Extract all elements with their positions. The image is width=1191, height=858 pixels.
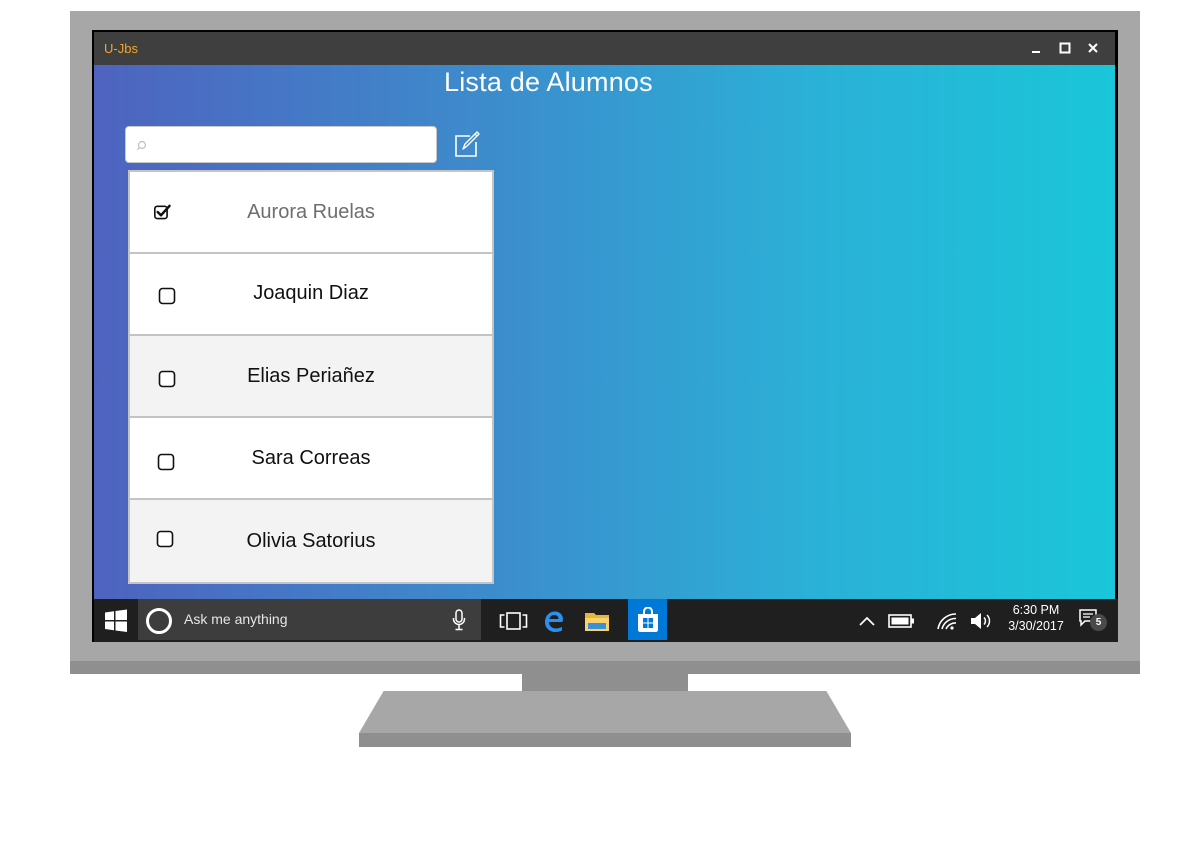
app-title: U-Jbs	[104, 41, 138, 56]
monitor-stand-base	[359, 691, 851, 733]
maximize-button[interactable]	[1055, 38, 1075, 58]
close-icon	[1088, 43, 1098, 53]
task-view-button[interactable]	[494, 599, 534, 642]
student-name: Olivia Satorius	[246, 530, 376, 552]
chevron-up-icon	[859, 616, 875, 626]
student-row-aurora-ruelas[interactable]: Aurora Ruelas	[130, 172, 492, 252]
search-input[interactable]	[156, 133, 430, 159]
close-button[interactable]	[1083, 38, 1103, 58]
network-button[interactable]	[932, 599, 962, 642]
cortana-search-box[interactable]: Ask me anything	[138, 599, 481, 640]
clock[interactable]: 6:30 PM 3/30/2017	[998, 602, 1074, 634]
edge-browser-icon	[545, 611, 563, 632]
notification-count-badge: 5	[1090, 614, 1107, 631]
student-row-olivia-satorius[interactable]: Olivia Satorius	[130, 500, 492, 582]
file-explorer-button[interactable]	[576, 599, 618, 642]
student-row-sara-correas[interactable]: Sara Correas	[130, 418, 492, 498]
student-row-joaquin-diaz[interactable]: Joaquin Diaz	[130, 254, 492, 334]
app-content: Lista de Alumnos Aurora Ruelas Joaquin D…	[94, 65, 1115, 599]
minimize-button[interactable]	[1027, 38, 1047, 58]
search-box[interactable]	[125, 126, 437, 163]
taskbar: Ask me anything 6:30 PM 3/30/2017 5	[94, 599, 1118, 642]
window-controls	[1027, 38, 1103, 58]
battery-button[interactable]	[887, 599, 917, 642]
clock-time: 6:30 PM	[1012, 603, 1060, 617]
file-explorer-icon	[585, 612, 609, 631]
student-name: Elias Periañez	[247, 365, 375, 387]
screen: U-Jbs Lista de Alumnos Aurora Ruelas Joa…	[92, 30, 1118, 642]
edit-button[interactable]	[453, 129, 481, 159]
store-icon	[637, 606, 658, 632]
windows-logo-icon	[105, 609, 127, 632]
cortana-placeholder: Ask me anything	[184, 611, 288, 627]
search-icon	[137, 140, 147, 151]
show-hidden-icons-button[interactable]	[852, 599, 882, 642]
student-name: Sara Correas	[251, 447, 371, 469]
minimize-icon	[1032, 51, 1040, 53]
volume-button[interactable]	[967, 599, 997, 642]
page-title: Lista de Alumnos	[444, 67, 653, 97]
clock-date: 3/30/2017	[1008, 619, 1064, 633]
cortana-icon	[146, 608, 172, 634]
store-button[interactable]	[628, 599, 667, 640]
edge-browser-button[interactable]	[534, 599, 574, 642]
task-view-icon	[499, 611, 528, 630]
student-row-elias-perianez[interactable]: Elias Periañez	[130, 336, 492, 416]
speaker-icon	[971, 612, 991, 629]
maximize-icon	[1059, 42, 1071, 54]
wifi-icon	[937, 612, 957, 630]
student-name: Aurora Ruelas	[247, 201, 375, 223]
student-name: Joaquin Diaz	[253, 282, 369, 304]
start-button[interactable]	[94, 599, 138, 642]
monitor-stand-foot	[359, 733, 851, 747]
monitor-chin	[70, 661, 1140, 674]
microphone-icon[interactable]	[452, 609, 466, 631]
window-titlebar: U-Jbs	[94, 32, 1115, 65]
edit-icon	[455, 131, 480, 157]
student-list: Aurora Ruelas Joaquin Diaz Elias Periañe…	[128, 170, 494, 584]
battery-icon	[888, 613, 914, 628]
